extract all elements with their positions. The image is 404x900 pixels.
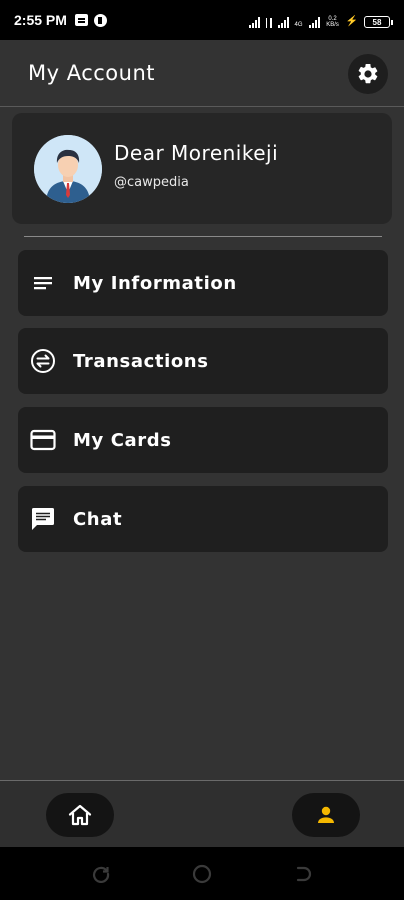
network-type-label: 4G: [294, 22, 303, 28]
app-notification-icon: [93, 13, 107, 27]
signal-strength-3-icon: [308, 16, 320, 28]
message-notification-icon: [74, 14, 88, 26]
profile-handle: @cawpedia: [114, 175, 189, 190]
menu-item-label: My Cards: [73, 429, 172, 451]
status-time: 2:55 PM: [14, 12, 67, 28]
gear-icon: [358, 63, 378, 84]
chat-icon: [30, 506, 56, 532]
battery-icon: 58: [364, 16, 393, 28]
bottom-nav: [0, 781, 404, 847]
charging-bolt-icon: ⚡: [345, 16, 358, 27]
data-arrows-icon: [265, 16, 272, 28]
profile-name: Dear Morenikeji: [114, 141, 279, 165]
swap-icon: [30, 348, 56, 374]
header-divider: [0, 106, 404, 107]
menu-item-my-information[interactable]: My Information: [18, 250, 388, 316]
menu-item-label: Transactions: [73, 350, 209, 372]
menu-item-transactions[interactable]: Transactions: [18, 328, 388, 394]
card-icon: [30, 427, 56, 453]
nav-home-button[interactable]: [46, 793, 114, 837]
back-icon: [296, 866, 312, 882]
page-title: My Account: [28, 61, 156, 85]
menu-item-label: Chat: [73, 508, 123, 530]
profile-card[interactable]: Dear Morenikeji @cawpedia: [12, 113, 392, 224]
home-icon: [68, 804, 92, 826]
circle-home-icon: [192, 864, 212, 884]
system-nav-bar: [0, 847, 404, 900]
settings-button[interactable]: [348, 54, 388, 94]
battery-level: 58: [372, 17, 382, 27]
app-header: My Account: [0, 40, 404, 106]
avatar: [34, 134, 102, 203]
recent-apps-icon: [92, 866, 110, 883]
menu-item-label: My Information: [73, 272, 237, 294]
user-avatar-icon: [34, 134, 102, 203]
nav-account-button[interactable]: [292, 793, 360, 837]
section-divider: [24, 236, 382, 237]
menu-item-my-cards[interactable]: My Cards: [18, 407, 388, 473]
home-system-button[interactable]: [192, 864, 212, 884]
signal-strength-2-icon: [277, 16, 289, 28]
network-speed-label: 0.2 KB/s: [326, 16, 339, 28]
back-system-button[interactable]: [293, 864, 313, 884]
menu-item-chat[interactable]: Chat: [18, 486, 388, 552]
signal-strength-icon: [248, 16, 260, 28]
status-bar: 2:55 PM 4G 0.2 KB/s ⚡ 58: [0, 0, 404, 40]
person-icon: [318, 806, 334, 823]
recent-apps-button[interactable]: [91, 864, 111, 884]
lines-icon: [30, 270, 56, 296]
